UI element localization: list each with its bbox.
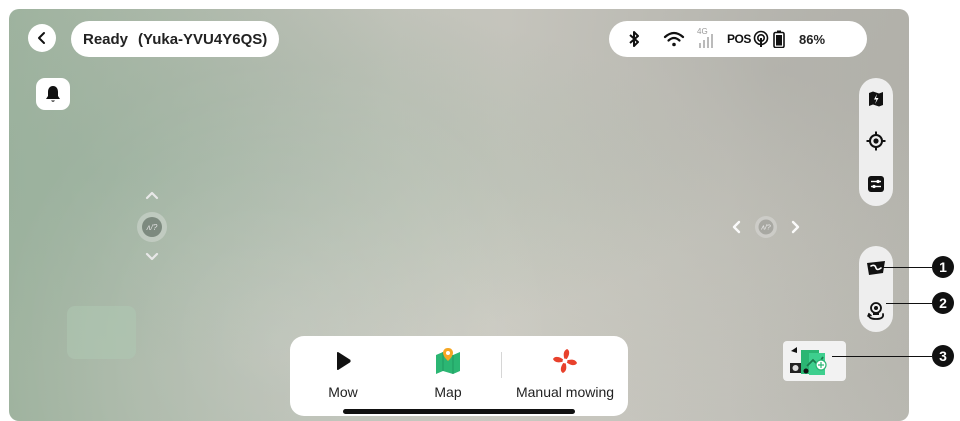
horizontal-joystick[interactable]: ʌ/?: [730, 214, 802, 240]
callout-marker-3: 3: [932, 345, 954, 367]
sliders-icon: [868, 176, 884, 192]
nav-manual-mowing[interactable]: Manual mowing: [512, 346, 618, 400]
nav-mow[interactable]: Mow: [312, 346, 374, 400]
callout-marker-1: 1: [932, 256, 954, 278]
locate-crosshair-icon: [866, 131, 886, 151]
bell-icon: [46, 86, 60, 102]
device-status-pill: Ready (Yuka-YVU4Y6QS): [71, 21, 280, 57]
positioning-indicator: POS: [727, 29, 773, 49]
minimap-placeholder: [67, 306, 136, 359]
locate-button[interactable]: [859, 120, 893, 162]
positioning-label: POS: [727, 32, 751, 46]
map-bolt-icon: [869, 91, 883, 107]
nav-map-label: Map: [434, 384, 462, 400]
device-name: (Yuka-YVU4Y6QS): [138, 30, 268, 48]
play-icon: [337, 352, 351, 370]
nav-map[interactable]: Map: [418, 346, 478, 400]
rtk-antenna-icon: [753, 30, 769, 47]
bottom-navigation: Mow Map Manual mowing: [290, 336, 628, 416]
mow-area-view-button[interactable]: [859, 246, 893, 290]
callout-line-1: [882, 267, 932, 268]
cellular-signal-icon: 4G: [697, 27, 727, 49]
system-status-pill: 4G POS 86%: [609, 21, 867, 57]
callout-line-3: [832, 356, 932, 357]
top-right-control-group: [859, 78, 893, 206]
settings-sliders-button[interactable]: [859, 162, 893, 206]
battery-percentage: 86%: [799, 31, 826, 47]
camera-360-icon: [867, 302, 885, 320]
camera-control-group: [859, 246, 893, 332]
bluetooth-icon: [627, 29, 663, 49]
svg-text:ʌ/?: ʌ/?: [146, 223, 158, 232]
vertical-joystick[interactable]: ʌ/?: [134, 190, 170, 266]
nav-divider: [501, 352, 502, 378]
snapshot-gallery-button[interactable]: [783, 341, 846, 381]
nav-mow-label: Mow: [328, 384, 358, 400]
home-indicator: [343, 409, 575, 414]
notifications-button[interactable]: [36, 78, 70, 110]
wifi-icon: [663, 29, 697, 49]
callout-line-2: [886, 303, 932, 304]
mowing-area-icon: [867, 261, 885, 275]
callout-marker-2: 2: [932, 292, 954, 314]
back-button[interactable]: [28, 24, 56, 52]
fan-icon: [553, 349, 577, 373]
chevron-left-icon: [38, 32, 45, 44]
nav-manual-mowing-label: Manual mowing: [515, 384, 615, 400]
network-type-label: 4G: [697, 27, 708, 36]
svg-text:ʌ/?: ʌ/?: [760, 225, 770, 232]
camera-rotate-button[interactable]: [859, 290, 893, 332]
map-view-button[interactable]: [859, 78, 893, 120]
battery-icon: [773, 29, 787, 49]
map-icon: [436, 348, 460, 374]
device-status-text: Ready: [83, 30, 129, 48]
gallery-photo-icon: [789, 347, 827, 375]
